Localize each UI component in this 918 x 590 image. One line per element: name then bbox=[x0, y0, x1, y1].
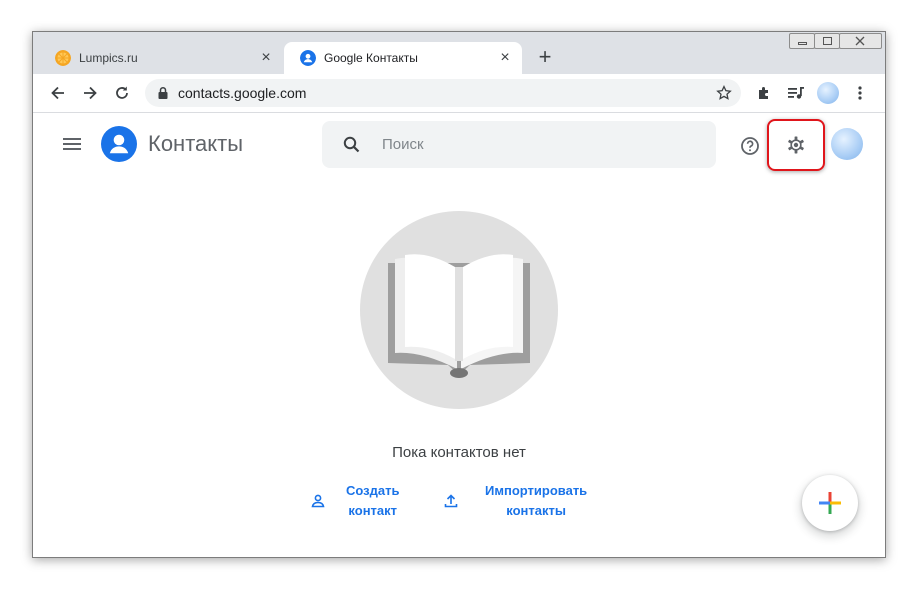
create-contact-label: Создать контакт bbox=[346, 481, 399, 521]
create-contact-label-line1: Создать bbox=[346, 483, 400, 498]
address-bar[interactable]: contacts.google.com bbox=[145, 79, 741, 107]
minimize-button[interactable] bbox=[789, 33, 815, 49]
orange-slice-icon bbox=[55, 50, 71, 66]
extensions-button[interactable] bbox=[753, 81, 777, 105]
empty-state-illustration bbox=[360, 211, 558, 409]
browser-menu-button[interactable] bbox=[848, 81, 872, 105]
reload-button[interactable] bbox=[110, 81, 134, 105]
app-title[interactable]: Контакты bbox=[148, 131, 243, 157]
gear-icon[interactable] bbox=[786, 135, 806, 155]
empty-state-message: Пока контактов нет bbox=[392, 444, 526, 461]
tab-title: Lumpics.ru bbox=[79, 51, 138, 65]
upload-icon bbox=[444, 494, 458, 508]
back-arrow-icon bbox=[51, 86, 64, 100]
forward-button[interactable] bbox=[78, 81, 102, 105]
back-button[interactable] bbox=[46, 81, 70, 105]
more-vertical-icon bbox=[858, 86, 862, 100]
search-input[interactable]: Поиск bbox=[382, 136, 424, 153]
contacts-person-icon bbox=[300, 50, 316, 66]
contacts-app: Контакты Поиск Пока контактов нет Создат… bbox=[33, 113, 885, 557]
contacts-logo-icon[interactable] bbox=[101, 126, 137, 162]
close-tab-icon[interactable]: × bbox=[257, 49, 275, 67]
import-contacts-button[interactable]: Импортировать контакты bbox=[443, 481, 587, 521]
browser-window: Lumpics.ru × Google Контакты × + contact… bbox=[32, 31, 886, 558]
close-window-button[interactable] bbox=[839, 33, 882, 49]
bookmark-star-icon[interactable] bbox=[716, 85, 732, 101]
forward-arrow-icon bbox=[84, 86, 97, 100]
tab-lumpics[interactable]: Lumpics.ru × bbox=[39, 42, 283, 74]
puzzle-piece-icon bbox=[759, 87, 768, 99]
account-avatar[interactable] bbox=[831, 128, 863, 160]
new-tab-button[interactable]: + bbox=[533, 46, 557, 70]
hamburger-menu-icon[interactable] bbox=[63, 137, 81, 151]
url-text: contacts.google.com bbox=[178, 85, 307, 101]
tab-bar: Lumpics.ru × Google Контакты × + bbox=[33, 32, 885, 74]
media-control-button[interactable] bbox=[784, 81, 808, 105]
lock-icon[interactable] bbox=[157, 86, 169, 100]
settings-highlight bbox=[767, 119, 825, 171]
maximize-button[interactable] bbox=[814, 33, 840, 49]
app-header: Контакты Поиск bbox=[33, 113, 885, 173]
reload-icon bbox=[116, 86, 128, 99]
tab-title: Google Контакты bbox=[324, 51, 418, 65]
close-window-icon bbox=[855, 36, 865, 46]
plus-multicolor-icon bbox=[819, 492, 841, 514]
create-contact-label-line2: контакт bbox=[348, 503, 398, 518]
create-contact-fab[interactable] bbox=[802, 475, 858, 531]
search-icon[interactable] bbox=[343, 136, 360, 153]
person-add-icon bbox=[311, 494, 325, 508]
import-contacts-label: Импортировать контакты bbox=[485, 481, 587, 521]
tab-google-contacts[interactable]: Google Контакты × bbox=[284, 42, 522, 74]
import-contacts-label-line1: Импортировать bbox=[485, 483, 588, 498]
import-contacts-label-line2: контакты bbox=[506, 503, 566, 518]
queue-music-icon bbox=[788, 87, 804, 99]
close-tab-icon[interactable]: × bbox=[496, 49, 514, 67]
search-box[interactable]: Поиск bbox=[322, 121, 716, 168]
create-contact-button[interactable]: Создать контакт bbox=[310, 481, 399, 521]
help-icon[interactable] bbox=[740, 136, 760, 156]
profile-avatar bbox=[817, 82, 839, 104]
profile-button[interactable] bbox=[816, 81, 840, 105]
browser-toolbar: contacts.google.com bbox=[33, 74, 885, 113]
open-book-icon bbox=[388, 254, 530, 378]
